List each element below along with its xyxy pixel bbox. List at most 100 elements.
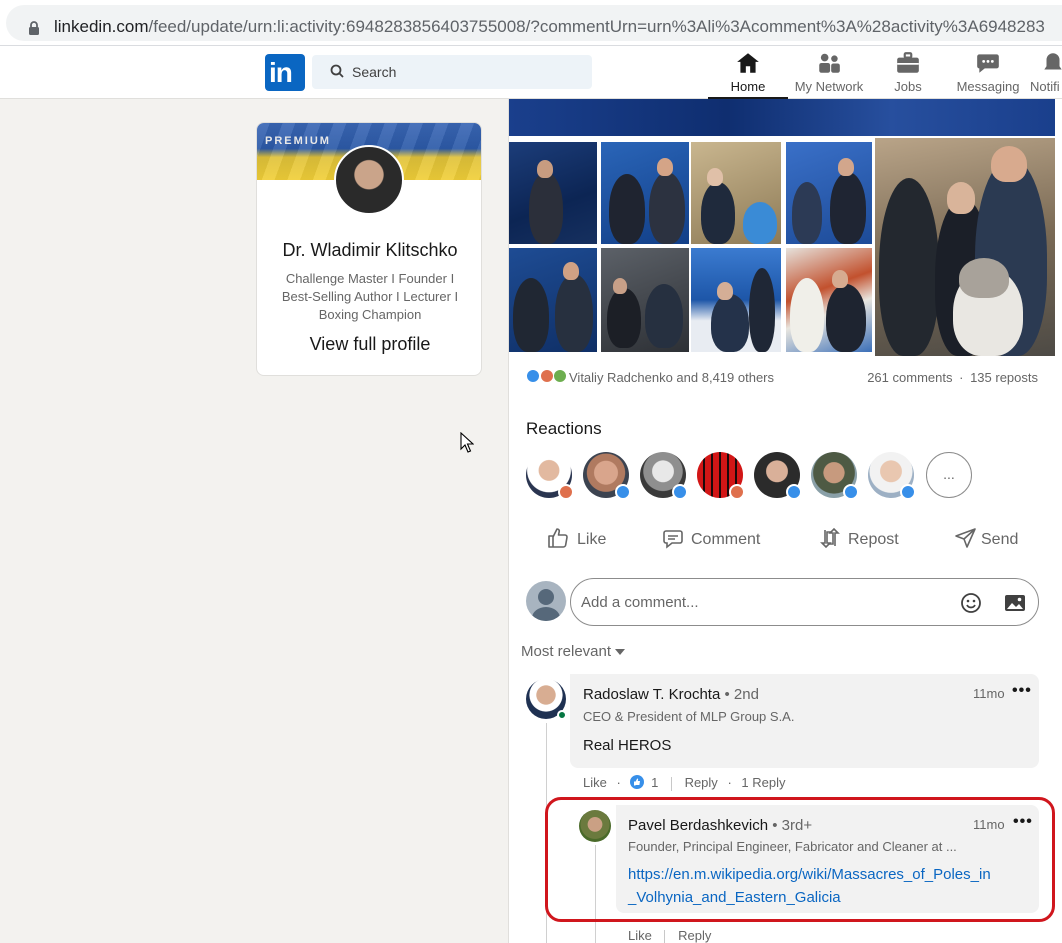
comment-input[interactable]	[581, 591, 941, 613]
comment-sort-dropdown[interactable]: Most relevant	[521, 643, 626, 660]
nav-jobs[interactable]: Jobs	[882, 50, 934, 99]
search-icon	[330, 64, 344, 78]
connection-degree: • 2nd	[724, 686, 759, 703]
post-photo-3[interactable]	[691, 142, 781, 244]
reactor-avatar-6[interactable]	[811, 452, 859, 500]
top-navigation: in Home My Network Jobs Messagi	[0, 46, 1062, 99]
comments-count-link[interactable]: 261 comments	[867, 370, 952, 385]
profile-headline: Challenge Master I Founder I Best-Sellin…	[281, 271, 459, 322]
comment-author-name[interactable]: Radoslaw T. Krochta • 2nd	[583, 686, 759, 703]
reactor-avatar-1[interactable]	[526, 452, 574, 500]
comment-reply-button[interactable]: Reply	[685, 775, 718, 790]
chat-icon	[977, 54, 999, 73]
more-reactors-button[interactable]: ...	[926, 452, 972, 498]
reply-thread-line	[595, 845, 596, 943]
comment-icon	[663, 530, 683, 549]
profile-avatar[interactable]	[334, 145, 404, 215]
post-photo-1[interactable]	[509, 142, 597, 244]
nav-home[interactable]: Home	[708, 50, 788, 99]
social-counts: Vitaliy Radchenko and 8,419 others 261 c…	[526, 368, 1040, 388]
post-photo-8[interactable]	[691, 248, 781, 352]
comment-replies-count[interactable]: 1 Reply	[741, 775, 785, 790]
reply-more-icon[interactable]: •••	[1013, 813, 1033, 831]
love-reaction-icon	[539, 369, 554, 383]
post-photo-2[interactable]	[601, 142, 689, 244]
like-badge-icon	[615, 484, 631, 500]
like-button[interactable]: Like	[546, 524, 616, 556]
post-image-top[interactable]	[509, 99, 1055, 136]
reactions-summary-link[interactable]: Vitaliy Radchenko and 8,419 others	[569, 370, 774, 385]
love-badge-icon	[729, 484, 745, 500]
url-field[interactable]: linkedin.com/feed/update/urn:li:activity…	[6, 5, 1062, 41]
reactor-avatar-5[interactable]	[754, 452, 802, 500]
reactions-heading: Reactions	[526, 419, 602, 438]
comments-reposts: 261 comments · 135 reposts	[867, 370, 1038, 385]
image-icon[interactable]	[1003, 591, 1027, 615]
comment-author-headline: CEO & President of MLP Group S.A.	[583, 709, 795, 724]
nav-my-network[interactable]: My Network	[790, 50, 868, 99]
like-badge-icon	[843, 484, 859, 500]
like-reaction-icon	[526, 369, 540, 383]
profile-card[interactable]: PREMIUM Dr. Wladimir Klitschko Challenge…	[256, 122, 482, 376]
support-reaction-icon	[553, 369, 568, 383]
comment-like-count[interactable]: 1	[651, 775, 658, 790]
send-button[interactable]: Send	[954, 524, 1024, 556]
post-photo-7[interactable]	[601, 248, 689, 352]
search-input[interactable]	[352, 61, 572, 83]
current-user-avatar[interactable]	[526, 581, 566, 621]
search-box[interactable]	[312, 55, 592, 89]
reply-timestamp: 11mo	[973, 817, 1005, 832]
profile-name[interactable]: Dr. Wladimir Klitschko	[257, 240, 481, 261]
thumbs-up-icon	[548, 528, 568, 548]
like-badge-icon	[672, 484, 688, 500]
send-icon	[955, 528, 976, 548]
reactor-avatar-7[interactable]	[868, 452, 916, 500]
reply-like-button[interactable]: Like	[628, 928, 652, 943]
browser-address-bar: linkedin.com/feed/update/urn:li:activity…	[0, 0, 1062, 46]
view-full-profile-link[interactable]: View full profile	[257, 334, 481, 355]
nav-messaging[interactable]: Messaging	[952, 50, 1024, 99]
comment-text: Real HEROS	[583, 737, 672, 754]
reactor-avatar-3[interactable]	[640, 452, 688, 500]
nav-notifications[interactable]: Notifi	[1030, 50, 1062, 99]
reply-author-avatar[interactable]	[579, 810, 611, 842]
premium-badge: PREMIUM	[265, 135, 331, 147]
url-text: linkedin.com/feed/update/urn:li:activity…	[54, 17, 1045, 36]
like-badge-icon	[786, 484, 802, 500]
connection-degree: • 3rd+	[772, 817, 813, 834]
network-icon	[819, 53, 840, 73]
linkedin-logo[interactable]: in	[265, 54, 305, 91]
post-photo-4[interactable]	[786, 142, 872, 244]
reply-link[interactable]: https://en.m.wikipedia.org/wiki/Massacre…	[628, 863, 991, 909]
repost-button[interactable]: Repost	[818, 524, 908, 556]
reply-bubble: Pavel Berdashkevich • 3rd+ Founder, Prin…	[616, 805, 1039, 913]
like-count-icon	[630, 775, 645, 789]
like-badge-icon	[900, 484, 916, 500]
reposts-count-link[interactable]: 135 reposts	[970, 370, 1038, 385]
caret-down-icon	[615, 649, 626, 656]
emoji-icon[interactable]	[959, 591, 983, 615]
comment-more-icon[interactable]: •••	[1012, 682, 1032, 700]
post-photo-9[interactable]	[786, 248, 872, 352]
comment-actions: Like · 1 Reply · 1 Reply	[583, 775, 786, 791]
reaction-icons[interactable]	[526, 369, 568, 386]
home-icon	[737, 53, 759, 73]
comment-like-button[interactable]: Like	[583, 775, 607, 790]
bell-icon	[1044, 53, 1062, 70]
repost-icon	[820, 527, 840, 549]
reactor-avatar-2[interactable]	[583, 452, 631, 500]
love-badge-icon	[558, 484, 574, 500]
lock-icon	[29, 21, 39, 35]
comment-timestamp: 11mo	[973, 686, 1005, 701]
post-photo-5[interactable]	[875, 138, 1055, 356]
mouse-cursor-icon	[460, 432, 474, 453]
briefcase-icon	[897, 52, 919, 73]
thread-line	[546, 723, 547, 943]
reply-actions: Like Reply	[628, 928, 711, 943]
comment-button[interactable]: Comment	[661, 524, 771, 556]
comment-box[interactable]	[570, 578, 1039, 626]
reactor-avatar-4[interactable]	[697, 452, 745, 500]
reply-author-name[interactable]: Pavel Berdashkevich • 3rd+	[628, 817, 812, 834]
post-photo-6[interactable]	[509, 248, 597, 352]
reply-reply-button[interactable]: Reply	[678, 928, 711, 943]
